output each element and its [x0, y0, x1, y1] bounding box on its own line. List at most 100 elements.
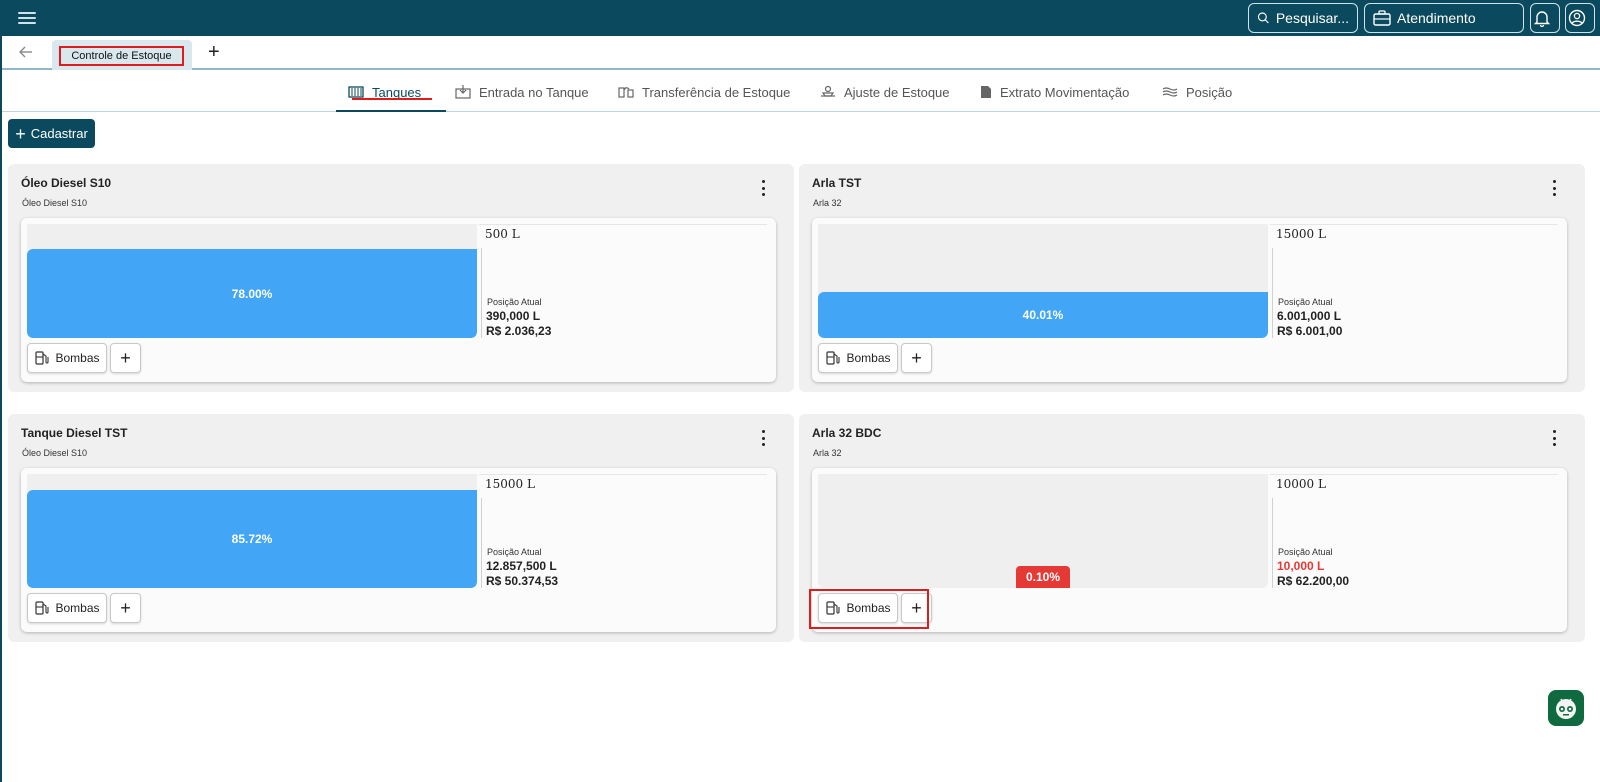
- pumps-label: Bombas: [55, 601, 100, 615]
- fill-percent-label: 40.01%: [1022, 308, 1064, 323]
- pumps-label: Bombas: [846, 601, 891, 615]
- tank-capacity: 15000 L: [485, 477, 535, 491]
- tab-label[interactable]: Controle de Estoque: [59, 46, 184, 66]
- nav-label: Transferência de Estoque: [642, 84, 791, 100]
- pumps-button[interactable]: Bombas: [818, 343, 898, 373]
- add-pump-button[interactable]: +: [901, 593, 932, 623]
- tank-panel: 40.01% 15000 L Posição Atual 6.001,000 L…: [812, 218, 1567, 382]
- register-label: Cadastrar: [30, 126, 88, 141]
- plus-icon: +: [911, 597, 922, 618]
- tank-card: Arla 32 BDC Arla 32 0.10% 10000 L Posiçã…: [799, 414, 1585, 642]
- add-pump-button[interactable]: +: [901, 343, 932, 373]
- plus-icon: +: [120, 597, 131, 618]
- fill-percent-label: 0.10%: [1025, 570, 1061, 584]
- plus-icon: +: [911, 347, 922, 368]
- pumps-button[interactable]: Bombas: [818, 593, 898, 623]
- tank-panel: 0.10% 10000 L Posição Atual 10,000 L R$ …: [812, 468, 1567, 632]
- profile-button[interactable]: [1565, 3, 1595, 33]
- divider: [1272, 498, 1273, 588]
- plus-icon: +: [120, 347, 131, 368]
- more-options-icon[interactable]: [758, 180, 768, 196]
- top-bar: Pesquisar... Atendimento: [0, 0, 1600, 36]
- nav-item-extrato-movimentacao[interactable]: Extrato Movimentação: [980, 82, 1129, 102]
- bell-icon: [1534, 11, 1550, 27]
- tab-strip: Controle de Estoque +: [2, 36, 1600, 70]
- tank-product: Arla 32: [813, 448, 842, 458]
- module-nav: Tanques Entrada no Tanque Transferência …: [2, 72, 1600, 112]
- add-tab-button[interactable]: +: [208, 42, 220, 62]
- attendance-button[interactable]: Atendimento: [1364, 3, 1524, 33]
- fuel-pump-icon: [35, 601, 50, 615]
- plus-icon: +: [15, 123, 26, 144]
- divider: [481, 498, 482, 588]
- search-label: Pesquisar...: [1275, 10, 1349, 26]
- divider: [1270, 224, 1558, 225]
- nav-item-entrada-no-tanque[interactable]: Entrada no Tanque: [455, 82, 589, 102]
- tank-capacity: 10000 L: [1276, 477, 1326, 491]
- position-value: R$ 50.374,53: [486, 574, 559, 588]
- position-label: Posição Atual: [487, 547, 542, 557]
- nav-label: Ajuste de Estoque: [844, 84, 950, 100]
- position-liters: 12.857,500 L: [486, 559, 557, 573]
- position-liters: 6.001,000 L: [1277, 309, 1342, 323]
- fuel-pump-icon: [826, 351, 841, 365]
- assistant-bot-button[interactable]: [1548, 690, 1584, 726]
- tank-panel: 78.00% 500 L Posição Atual 390,000 L R$ …: [21, 218, 776, 382]
- tank-icon: [348, 86, 364, 98]
- fill-percent-label: 85.72%: [231, 532, 273, 547]
- inbound-icon: [455, 85, 471, 99]
- tank-gauge: 40.01%: [818, 224, 1268, 338]
- tab-controle-de-estoque[interactable]: Controle de Estoque: [52, 40, 192, 70]
- nav-item-transferencia-de-estoque[interactable]: Transferência de Estoque: [618, 82, 790, 102]
- hamburger-menu-icon[interactable]: [18, 9, 36, 27]
- more-options-icon[interactable]: [1549, 430, 1559, 446]
- search-icon: [1257, 12, 1269, 24]
- more-options-icon[interactable]: [758, 430, 768, 446]
- divider: [481, 248, 482, 338]
- user-circle-icon: [1568, 9, 1586, 27]
- pumps-button[interactable]: Bombas: [27, 593, 107, 623]
- more-options-icon[interactable]: [1549, 180, 1559, 196]
- tank-capacity: 500 L: [485, 227, 520, 241]
- tank-product: Arla 32: [813, 198, 842, 208]
- fill-percent-label: 78.00%: [231, 286, 273, 301]
- tank-gauge: 85.72%: [27, 474, 477, 588]
- back-arrow-icon[interactable]: [18, 44, 34, 60]
- position-value: R$ 62.200,00: [1277, 574, 1350, 588]
- tank-gauge: 78.00%: [27, 224, 477, 338]
- notifications-button[interactable]: [1530, 3, 1560, 33]
- position-liters: 390,000 L: [486, 309, 541, 323]
- low-level-badge: 0.10%: [1016, 566, 1070, 588]
- active-tab-indicator: [336, 110, 446, 112]
- search-button[interactable]: Pesquisar...: [1248, 3, 1358, 33]
- nav-item-posicao[interactable]: Posição: [1162, 82, 1232, 102]
- add-pump-button[interactable]: +: [110, 593, 141, 623]
- register-button[interactable]: + Cadastrar: [8, 119, 95, 148]
- position-value: R$ 2.036,23: [486, 324, 552, 338]
- tank-card: Arla TST Arla 32 40.01% 15000 L Posição …: [799, 164, 1585, 392]
- tank-title: Arla 32 BDC: [812, 426, 882, 440]
- pumps-label: Bombas: [55, 351, 100, 365]
- tank-capacity: 15000 L: [1276, 227, 1326, 241]
- nav-label: Extrato Movimentação: [1000, 84, 1130, 100]
- divider: [1272, 248, 1273, 338]
- tank-product: Óleo Diesel S10: [22, 448, 88, 458]
- tank-card: Tanque Diesel TST Óleo Diesel S10 85.72%…: [8, 414, 794, 642]
- position-label: Posição Atual: [1278, 297, 1333, 307]
- position-label: Posição Atual: [487, 297, 542, 307]
- fuel-pump-icon: [35, 351, 50, 365]
- tank-panel: 85.72% 15000 L Posição Atual 12.857,500 …: [21, 468, 776, 632]
- pumps-button[interactable]: Bombas: [27, 343, 107, 373]
- divider: [479, 474, 767, 475]
- nav-item-ajuste-de-estoque[interactable]: Ajuste de Estoque: [820, 82, 950, 102]
- tank-title: Arla TST: [812, 176, 862, 190]
- adjust-icon: [821, 85, 835, 97]
- waves-icon: [1162, 87, 1178, 97]
- add-pump-button[interactable]: +: [110, 343, 141, 373]
- tank-title: Tanque Diesel TST: [21, 426, 128, 440]
- tank-card: Óleo Diesel S10 Óleo Diesel S10 78.00% 5…: [8, 164, 794, 392]
- nav-label: Entrada no Tanque: [479, 84, 589, 100]
- tank-fill: 78.00%: [27, 249, 477, 338]
- attendance-label: Atendimento: [1397, 10, 1476, 26]
- tank-product: Óleo Diesel S10: [22, 198, 88, 208]
